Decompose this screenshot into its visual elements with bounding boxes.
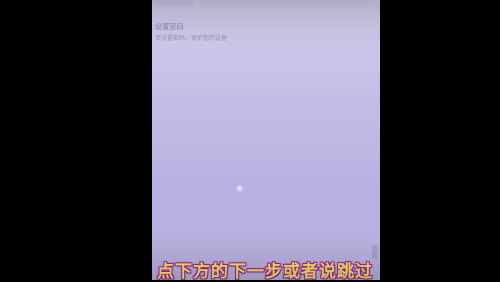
touch-indicator <box>237 186 242 191</box>
setup-description: 请设置密码，保护您的设备 <box>155 35 228 42</box>
status-bar-left <box>154 0 194 6</box>
setup-title: 设置密码 <box>155 23 184 31</box>
video-subtitle: 点下方的下一步或者说跳过 <box>157 262 373 282</box>
phone-screen: 设置密码 请设置密码，保护您的设备 <box>152 0 380 280</box>
video-frame: 设置密码 请设置密码，保护您的设备 点下方的下一步或者说跳过 <box>0 0 500 282</box>
setup-section: 设置密码 请设置密码，保护您的设备 <box>155 22 335 44</box>
status-bar-right <box>200 0 370 6</box>
